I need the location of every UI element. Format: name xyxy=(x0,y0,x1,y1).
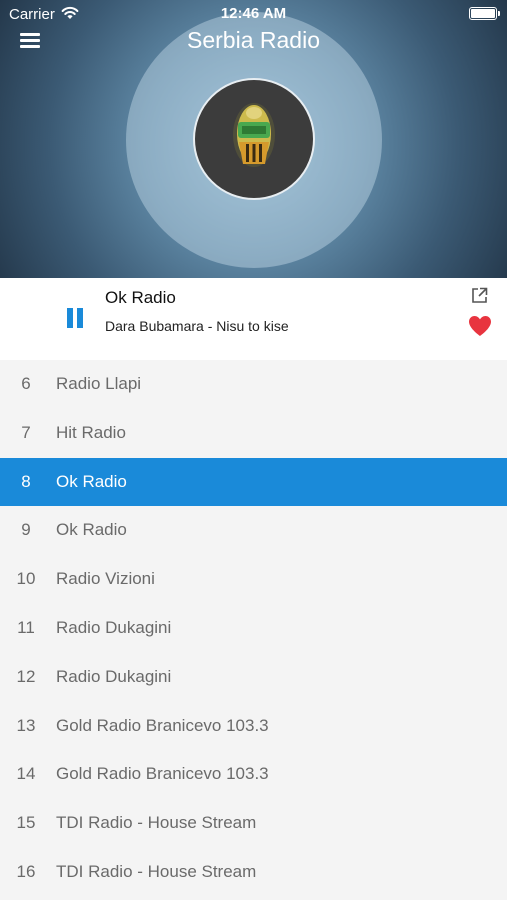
now-playing-track: Dara Bubamara - Nisu to kise xyxy=(105,318,289,334)
status-bar: Carrier 12:46 AM xyxy=(0,0,507,28)
battery-icon xyxy=(469,7,500,20)
station-name: Hit Radio xyxy=(56,422,126,442)
share-icon[interactable] xyxy=(471,287,488,304)
station-number: 14 xyxy=(16,764,36,784)
station-logo xyxy=(193,78,315,200)
station-number: 11 xyxy=(17,617,35,637)
station-logo-image xyxy=(233,103,275,167)
now-playing-bar: Ok Radio Dara Bubamara - Nisu to kise xyxy=(0,278,507,360)
app-title: Serbia Radio xyxy=(187,27,320,53)
station-number: 8 xyxy=(21,471,31,491)
station-name: Radio Dukagini xyxy=(56,666,172,686)
station-number: 15 xyxy=(16,813,36,833)
station-row[interactable]: 13 Gold Radio Branicevo 103.3 xyxy=(0,702,507,751)
station-row[interactable]: 10 Radio Vizioni xyxy=(0,555,507,604)
station-row[interactable]: 14 Gold Radio Branicevo 103.3 xyxy=(0,750,507,799)
pause-icon-bar xyxy=(67,308,73,328)
station-row[interactable]: 9 Ok Radio xyxy=(0,506,507,555)
station-number: 10 xyxy=(16,569,36,589)
station-row[interactable]: 15 TDI Radio - House Stream xyxy=(0,799,507,848)
station-name: Ok Radio xyxy=(56,471,127,491)
station-number: 9 xyxy=(21,520,31,540)
station-list: 6 Radio Llapi 7 Hit Radio 8 Ok Radio 9 O… xyxy=(0,360,507,900)
station-name: Gold Radio Branicevo 103.3 xyxy=(56,715,269,735)
station-number: 16 xyxy=(16,861,36,881)
station-name: TDI Radio - House Stream xyxy=(56,813,257,833)
station-name: Ok Radio xyxy=(56,520,127,540)
station-row[interactable]: 11 Radio Dukagini xyxy=(0,604,507,653)
now-playing-station: Ok Radio xyxy=(105,288,176,307)
station-row[interactable]: 7 Hit Radio xyxy=(0,409,507,458)
clock: 12:46 AM xyxy=(220,5,287,22)
station-number: 6 xyxy=(21,374,31,393)
station-name: Radio Dukagini xyxy=(56,617,172,637)
station-name: Radio Vizioni xyxy=(56,569,155,589)
station-number: 13 xyxy=(16,715,36,735)
station-number: 12 xyxy=(16,666,36,686)
station-number: 7 xyxy=(21,422,31,442)
pause-button[interactable] xyxy=(66,308,84,328)
pause-icon-bar xyxy=(77,308,83,328)
station-name: Gold Radio Branicevo 103.3 xyxy=(56,764,269,784)
station-name: TDI Radio - House Stream xyxy=(56,861,257,881)
heart-icon[interactable] xyxy=(468,315,492,337)
station-row[interactable]: 12 Radio Dukagini xyxy=(0,653,507,702)
station-row[interactable]: 6 Radio Llapi xyxy=(0,360,507,409)
station-row[interactable]: 16 TDI Radio - House Stream xyxy=(0,848,507,897)
header: Carrier 12:46 AM Serbia Radio xyxy=(0,0,507,278)
station-name: Radio Llapi xyxy=(56,374,142,393)
station-row-selected[interactable]: 8 Ok Radio xyxy=(0,457,507,507)
